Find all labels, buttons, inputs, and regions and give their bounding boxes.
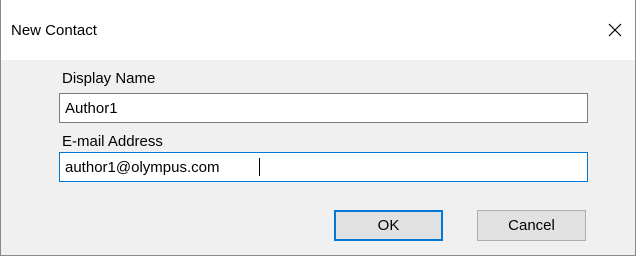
cancel-button[interactable]: Cancel bbox=[477, 210, 586, 241]
dialog-title: New Contact bbox=[11, 22, 97, 39]
email-label: E-mail Address bbox=[62, 133, 163, 150]
text-caret bbox=[259, 158, 260, 176]
display-name-label: Display Name bbox=[62, 70, 156, 87]
title-bar[interactable]: New Contact bbox=[1, 0, 635, 60]
display-name-field[interactable] bbox=[59, 93, 588, 123]
dialog-body: Display Name E-mail Address OK Cancel bbox=[1, 60, 635, 255]
email-field[interactable] bbox=[59, 152, 588, 182]
ok-button[interactable]: OK bbox=[334, 210, 443, 241]
close-button[interactable] bbox=[595, 14, 635, 46]
close-icon bbox=[608, 23, 622, 37]
new-contact-dialog: New Contact Display Name E-mail Address … bbox=[0, 0, 636, 256]
